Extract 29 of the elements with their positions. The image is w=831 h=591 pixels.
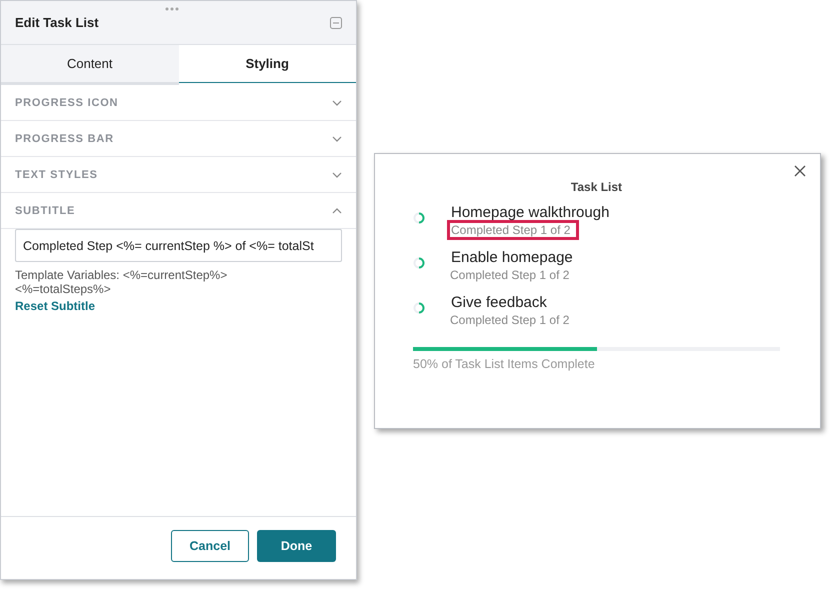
tab[interactable]: Content: [1, 45, 178, 85]
chevron-icon: [332, 100, 342, 106]
progress-ring-icon: [413, 302, 425, 314]
subtitle-input[interactable]: Completed Step <%= currentStep %> of <%= totalSt: [15, 229, 342, 262]
progress-ring-icon: [413, 257, 425, 269]
chevron-icon: [332, 172, 342, 178]
task-subtitle: Completed Step 1 of 2: [449, 312, 570, 328]
chevron-icon: [332, 208, 342, 214]
minimize-icon[interactable]: [330, 16, 342, 28]
task-title[interactable]: Give feedback: [451, 294, 572, 311]
section-header[interactable]: TEXT STYLES: [1, 157, 356, 193]
task-subtitle: Completed Step 1 of 2: [449, 267, 570, 283]
dialog-title: Task List: [570, 180, 624, 194]
task-subtitle: Completed Step 1 of 2: [447, 220, 580, 240]
reset-subtitle-link[interactable]: Reset Subtitle: [15, 299, 96, 313]
drag-handle-icon[interactable]: [165, 7, 179, 11]
tab[interactable]: Styling: [178, 45, 356, 83]
cancel-button[interactable]: Cancel: [171, 530, 249, 562]
panel-title: Edit Task List: [15, 15, 99, 30]
chevron-icon: [332, 136, 342, 142]
close-icon[interactable]: [794, 165, 806, 177]
done-button[interactable]: Done: [257, 530, 336, 562]
progress-ring-icon: [413, 212, 425, 224]
template-variables-hint: Template Variables: <%=currentStep%> <%=totalSteps%>: [15, 268, 228, 296]
progress-label: 50% of Task List Items Complete: [413, 357, 596, 371]
task-title[interactable]: Homepage walkthrough: [451, 204, 610, 221]
section-header[interactable]: PROGRESS BAR: [1, 121, 356, 157]
section-header[interactable]: PROGRESS ICON: [1, 85, 356, 121]
task-title[interactable]: Enable homepage: [451, 249, 573, 266]
